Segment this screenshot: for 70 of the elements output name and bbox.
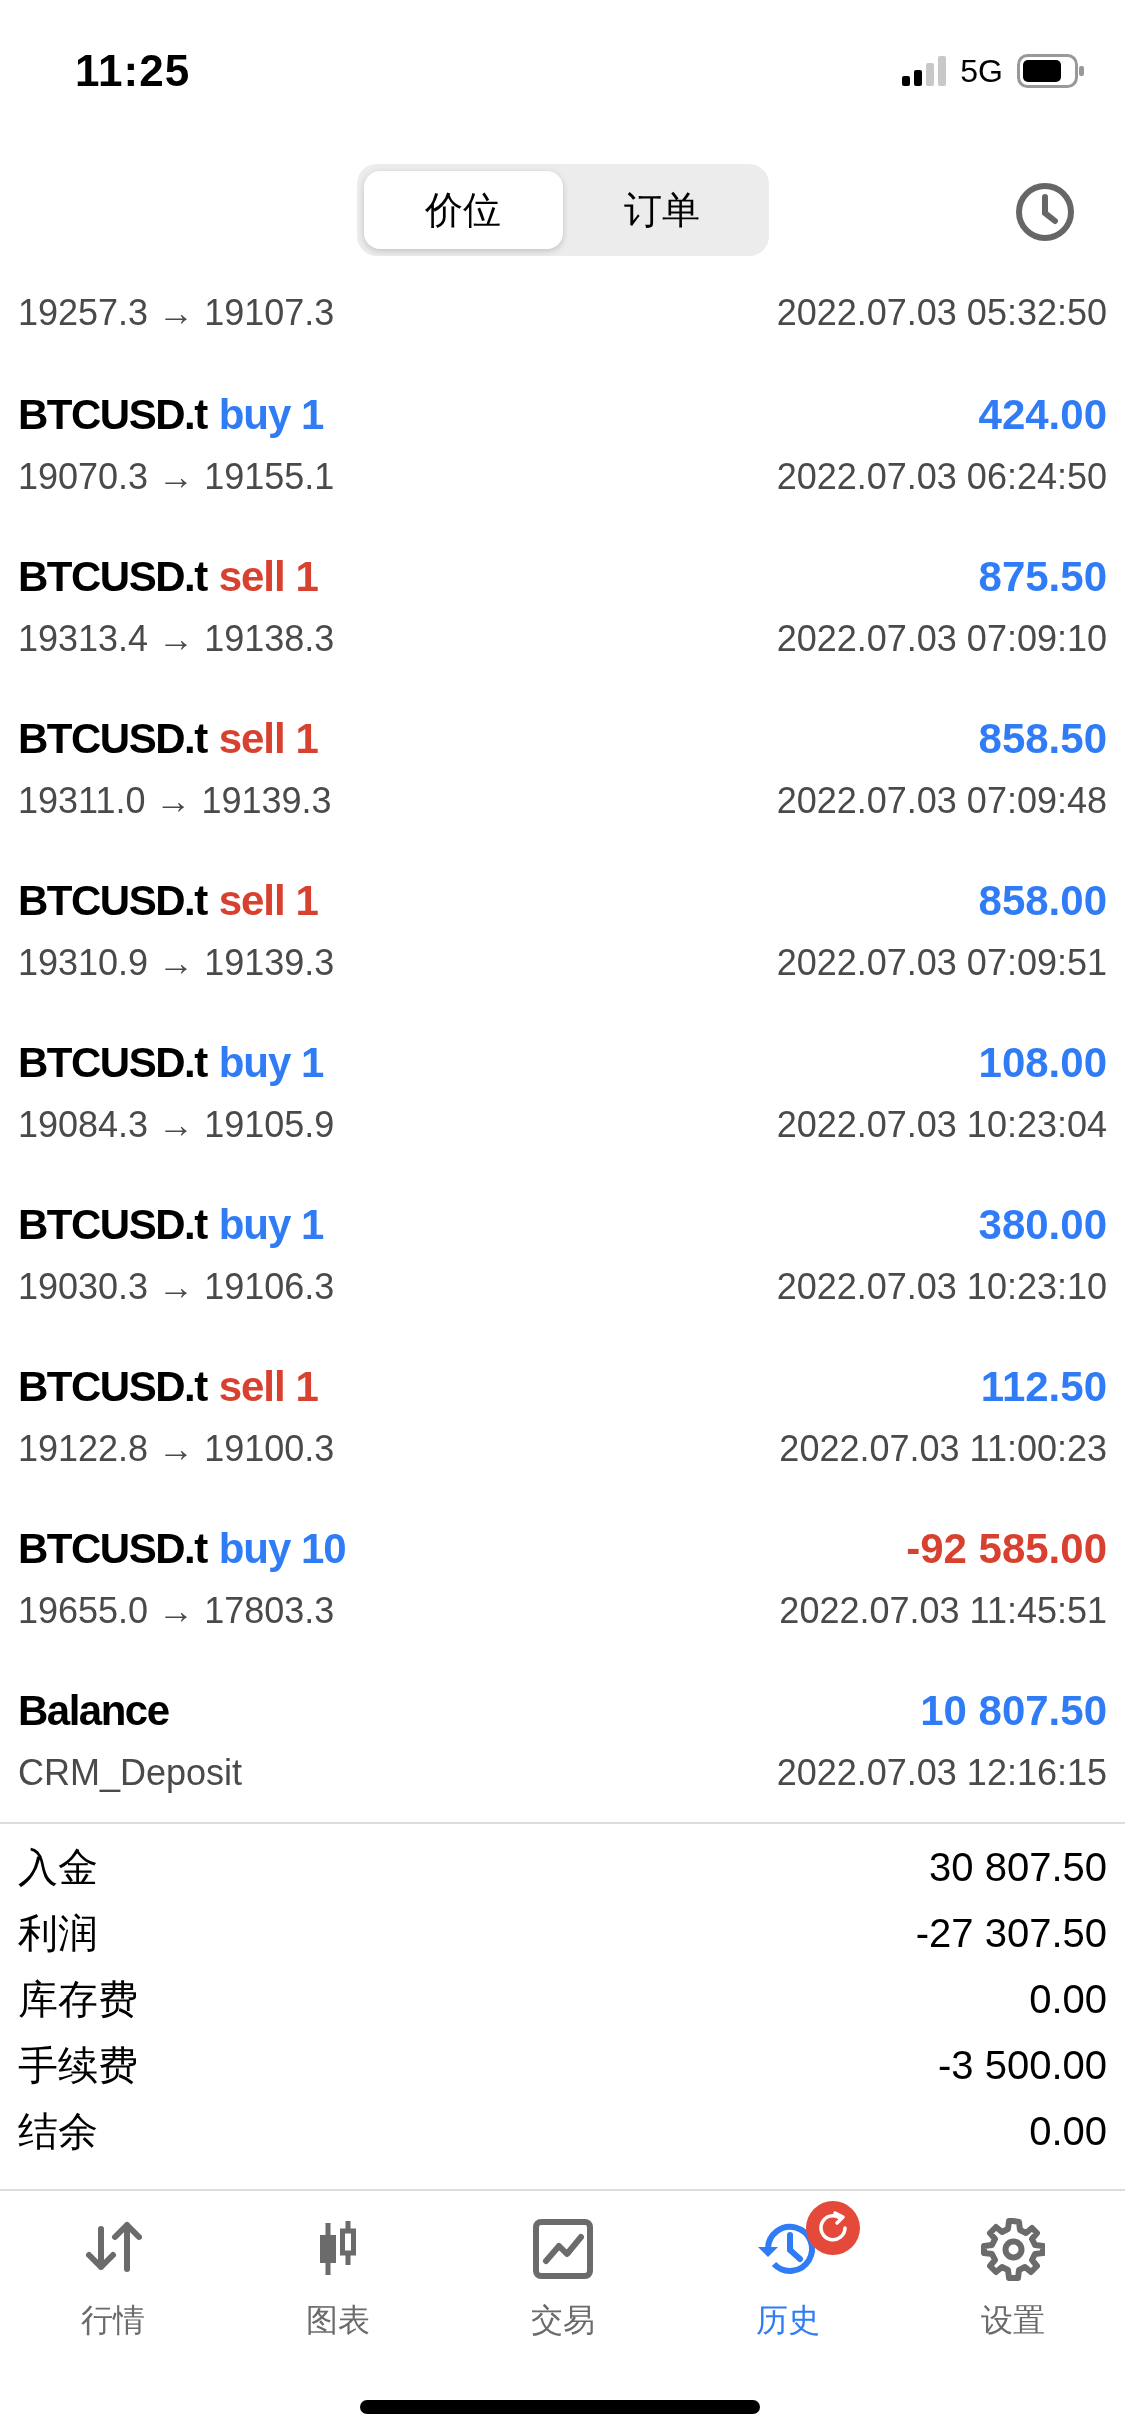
tab-bar-item[interactable]: 设置: [900, 2201, 1125, 2343]
deal-amount: 858.50: [978, 715, 1107, 763]
deal-symbol: BTCUSD.t: [18, 877, 207, 925]
deal-time: 2022.07.03 11:00:23: [779, 1428, 1107, 1470]
summary-label: 库存费: [18, 1975, 138, 2023]
deal-amount: 858.00: [978, 877, 1107, 925]
deal-time: 2022.07.03 12:16:15: [776, 1752, 1107, 1794]
deal-symbol: Balance: [18, 1687, 169, 1735]
deal-prices: 19084.3 → 19105.9: [18, 1104, 335, 1146]
deal-symbol: BTCUSD.t: [18, 1525, 207, 1573]
deal-amount: 424.00: [978, 391, 1107, 439]
summary-label: 入金: [18, 1843, 98, 1891]
deal-symbol: BTCUSD.t: [18, 715, 207, 763]
deal-time: 2022.07.03 10:23:10: [776, 1266, 1107, 1308]
deal-side: sell 1: [218, 1363, 318, 1411]
summary-value: 0.00: [1029, 1976, 1107, 2022]
tab-bar-item[interactable]: 行情: [0, 2201, 225, 2343]
deal-amount: 112.50: [980, 1363, 1107, 1411]
network-label: 5G: [960, 52, 1003, 90]
deal-symbol: BTCUSD.t: [18, 553, 207, 601]
deal-prices: 19030.3 → 19106.3: [18, 1266, 335, 1308]
deal-side: buy 10: [218, 1525, 346, 1573]
status-time: 11:25: [75, 46, 191, 96]
deal-amount: 108.00: [978, 1039, 1107, 1087]
deal-symbol: BTCUSD.t: [18, 1363, 207, 1411]
deal-time: 2022.07.03 11:45:51: [779, 1590, 1107, 1632]
tab-bar-item[interactable]: 历史: [675, 2201, 900, 2343]
deal-side: buy 1: [218, 1201, 324, 1249]
deal-symbol: BTCUSD.t: [18, 391, 207, 439]
summary-value: -3 500.00: [937, 2042, 1107, 2088]
deal-amount: -92 585.00: [906, 1525, 1107, 1573]
summary-label: 手续费: [18, 2041, 138, 2089]
deal-side: buy 1: [218, 391, 324, 439]
deal-symbol: BTCUSD.t: [18, 1201, 207, 1249]
deal-time: 2022.07.03 07:09:48: [776, 780, 1107, 822]
deal-prices: 19311.0 → 19139.3: [18, 780, 332, 822]
deal-time: 2022.07.03 07:09:51: [776, 942, 1107, 984]
tab-bar-item[interactable]: 交易: [450, 2201, 675, 2343]
deal-time: 2022.07.03 05:32:50: [776, 292, 1107, 334]
line-chart-icon: [530, 2217, 595, 2281]
summary-value: -27 307.50: [915, 1910, 1107, 1956]
deal-side: sell 1: [218, 553, 318, 601]
deal-prices: 19070.3 → 19155.1: [18, 456, 335, 498]
deal-time: 2022.07.03 10:23:04: [776, 1104, 1107, 1146]
deal-side: sell 1: [218, 715, 318, 763]
deal-prices: 19655.0 → 17803.3: [18, 1590, 335, 1632]
summary-value: 0.00: [1029, 2108, 1107, 2154]
segment-tab[interactable]: 价位: [363, 171, 563, 249]
deal-time: 2022.07.03 06:24:50: [776, 456, 1107, 498]
deal-amount: 380.00: [978, 1201, 1107, 1249]
deal-side: buy 1: [218, 1039, 324, 1087]
summary-label: 利润: [18, 1909, 98, 1957]
deal-prices: 19257.3 → 19107.3: [18, 292, 335, 334]
deal-prices: 19310.9 → 19139.3: [18, 942, 335, 984]
tab-bar-item[interactable]: 图表: [225, 2201, 450, 2343]
deal-symbol: BTCUSD.t: [18, 1039, 207, 1087]
summary-label: 结余: [18, 2107, 98, 2155]
signal-icon: [902, 56, 947, 86]
settings-icon: [980, 2217, 1045, 2281]
deal-prices: 19122.8 → 19100.3: [18, 1428, 335, 1470]
deal-amount: 10 807.50: [920, 1687, 1107, 1735]
segment-tab[interactable]: 订单: [562, 171, 762, 249]
battery-icon: [1017, 54, 1085, 88]
deal-prices: CRM_Deposit: [18, 1752, 243, 1794]
summary-value: 30 807.50: [929, 1844, 1107, 1890]
deal-side: sell 1: [218, 877, 318, 925]
deal-time: 2022.07.03 07:09:10: [776, 618, 1107, 660]
deal-amount: 875.50: [978, 553, 1107, 601]
deal-prices: 19313.4 → 19138.3: [18, 618, 335, 660]
clock-icon[interactable]: [1015, 182, 1075, 242]
